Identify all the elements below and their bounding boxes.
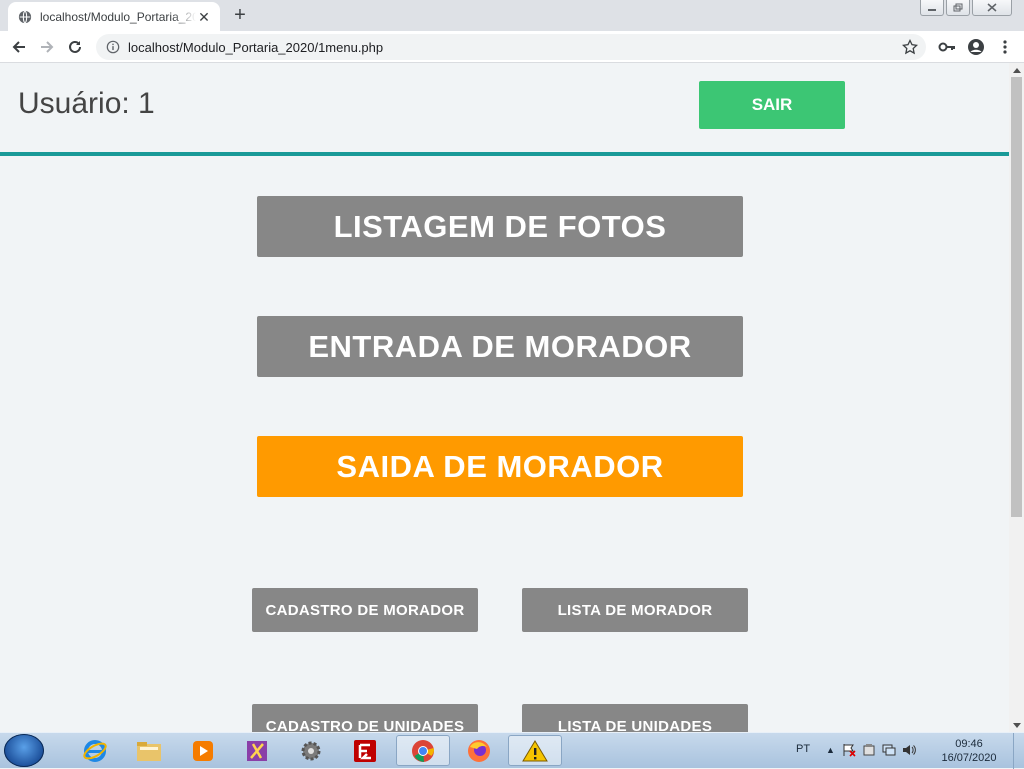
back-button[interactable] (8, 36, 30, 58)
action-center-flag-icon[interactable] (842, 743, 856, 757)
new-tab-button[interactable]: + (230, 4, 250, 26)
profile-icon[interactable] (966, 37, 986, 57)
browser-tab[interactable]: localhost/Modulo_Portaria_2020/1menu.php… (8, 2, 220, 31)
system-tray: PT ▲ 09:46 16/07/2020 (784, 733, 1024, 769)
ie-icon[interactable] (68, 735, 122, 766)
vba-icon[interactable] (230, 735, 284, 766)
window-controls (920, 0, 1012, 16)
photo-list-button[interactable]: LISTAGEM DE FOTOS (257, 196, 743, 257)
vertical-scrollbar[interactable] (1009, 63, 1024, 732)
language-indicator[interactable]: PT (796, 743, 810, 755)
kebab-menu-icon[interactable] (995, 37, 1015, 57)
browser-toolbar: localhost/Modulo_Portaria_2020/1menu.php (0, 31, 1024, 63)
scroll-up-icon[interactable] (1009, 63, 1024, 77)
address-bar[interactable]: localhost/Modulo_Portaria_2020/1menu.php (96, 34, 926, 60)
logout-button[interactable]: SAIR (699, 81, 845, 129)
info-icon[interactable] (106, 40, 120, 54)
key-icon[interactable] (937, 37, 957, 57)
resident-exit-button[interactable]: SAIDA DE MORADOR (257, 436, 743, 497)
arrow-right-icon (41, 41, 54, 53)
reload-button[interactable] (64, 36, 86, 58)
network-icon[interactable] (882, 743, 896, 757)
restore-button[interactable] (946, 0, 970, 16)
minimize-icon (928, 8, 936, 11)
tab-title: localhost/Modulo_Portaria_2020/1menu.php (40, 9, 196, 24)
warning-icon[interactable] (508, 735, 562, 766)
usb-device-icon[interactable] (862, 743, 876, 757)
reload-icon (69, 40, 81, 53)
chrome-icon[interactable] (396, 735, 450, 766)
tab-close-icon[interactable]: ✕ (196, 9, 212, 25)
globe-icon (18, 9, 32, 24)
explorer-icon[interactable] (122, 735, 176, 766)
resident-entry-button[interactable]: ENTRADA DE MORADOR (257, 316, 743, 377)
resident-list-button[interactable]: LISTA DE MORADOR (522, 588, 748, 632)
units-list-button[interactable]: LISTA DE UNIDADES (522, 704, 748, 732)
scroll-down-icon[interactable] (1009, 718, 1024, 732)
media-player-icon[interactable] (176, 735, 230, 766)
volume-icon[interactable] (902, 743, 916, 757)
forward-button[interactable] (36, 36, 58, 58)
user-label: Usuário: 1 (18, 87, 155, 120)
taskbar: PT ▲ 09:46 16/07/2020 (0, 732, 1024, 769)
minimize-button[interactable] (920, 0, 944, 16)
close-icon (987, 3, 997, 12)
restore-icon (953, 3, 963, 12)
scroll-thumb[interactable] (1011, 77, 1022, 517)
register-resident-button[interactable]: CADASTRO DE MORADOR (252, 588, 478, 632)
firefox-icon[interactable] (452, 735, 506, 766)
bookmark-star-icon[interactable] (902, 39, 918, 55)
header-divider (0, 152, 1009, 156)
url-text[interactable]: localhost/Modulo_Portaria_2020/1menu.php (128, 40, 383, 55)
filezilla-icon[interactable] (338, 735, 392, 766)
start-button[interactable] (4, 734, 44, 767)
clock-time[interactable]: 09:46 (944, 738, 994, 750)
show-hidden-icons-icon[interactable]: ▲ (826, 745, 835, 755)
arrow-left-icon (12, 41, 25, 53)
settings-icon[interactable] (284, 735, 338, 766)
close-window-button[interactable] (972, 0, 1012, 16)
register-units-button[interactable]: CADASTRO DE UNIDADES (252, 704, 478, 732)
page-viewport: Usuário: 1 SAIR LISTAGEM DE FOTOS ENTRAD… (0, 63, 1009, 732)
show-desktop-button[interactable] (1013, 733, 1024, 769)
tab-strip: localhost/Modulo_Portaria_2020/1menu.php… (0, 0, 1024, 31)
clock-date[interactable]: 16/07/2020 (934, 752, 1004, 764)
